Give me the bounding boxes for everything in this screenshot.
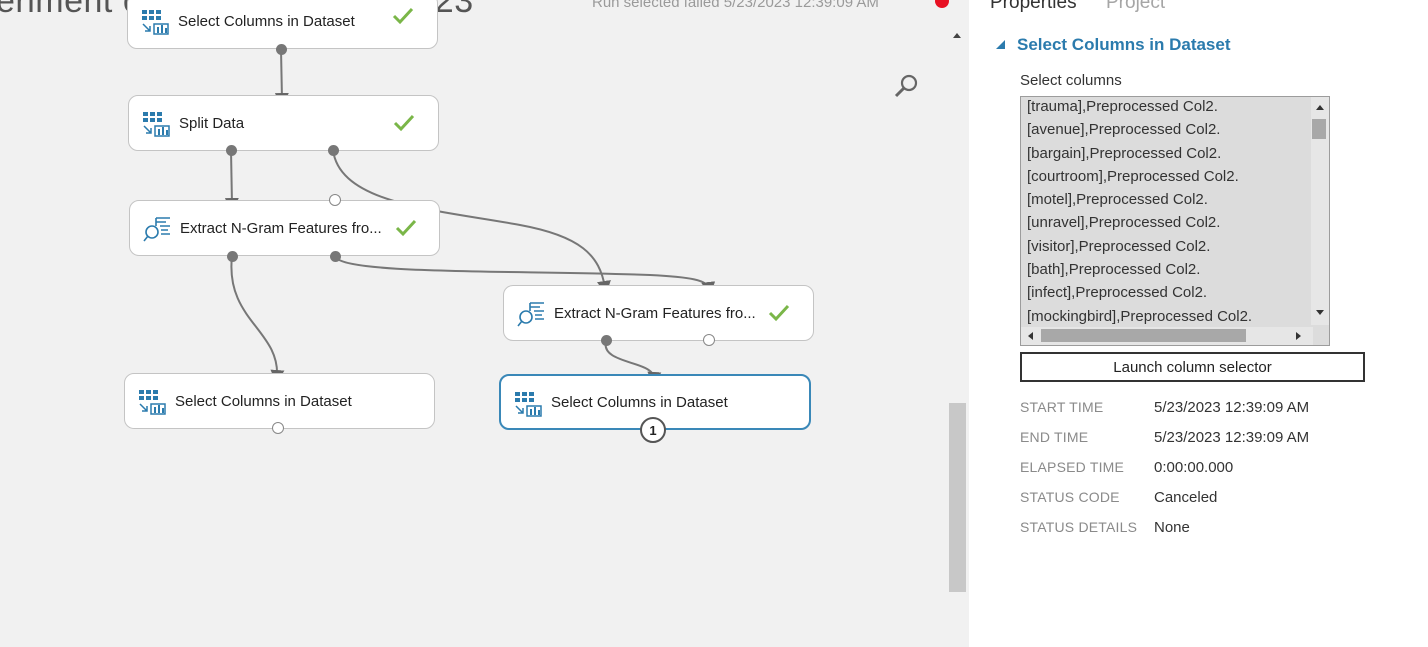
list-item: [bargain],Preprocessed Col2.: [1027, 144, 1222, 162]
list-item: [courtroom],Preprocessed Col2.: [1027, 167, 1239, 185]
output-port-open[interactable]: [703, 334, 715, 346]
checkmark-icon: [395, 219, 417, 237]
selected-columns-list[interactable]: [trauma],Preprocessed Col2. [avenue],Pre…: [1020, 96, 1330, 346]
output-port-left[interactable]: [601, 335, 612, 346]
scroll-up-arrow-icon[interactable]: [1315, 102, 1325, 112]
output-port-right[interactable]: [330, 251, 341, 262]
tab-project[interactable]: Project: [1106, 0, 1165, 14]
list-item: [visitor],Preprocessed Col2.: [1027, 237, 1211, 255]
collapse-triangle-icon: [996, 40, 1005, 49]
wire-m2-m4: [230, 255, 285, 384]
checkmark-icon: [393, 114, 415, 132]
select-columns-icon: [515, 392, 542, 417]
module-label: Extract N-Gram Features fro...: [180, 219, 382, 237]
module-label: Extract N-Gram Features fro...: [554, 304, 756, 322]
list-item: [trauma],Preprocessed Col2.: [1027, 98, 1218, 115]
output-port-left[interactable]: [226, 145, 237, 156]
output-port-open[interactable]: [272, 422, 284, 434]
list-vertical-scroll-thumb[interactable]: [1312, 119, 1326, 139]
wire-m1-m2: [224, 149, 239, 212]
module-label: Select Columns in Dataset: [175, 392, 352, 410]
select-columns-label: Select columns: [1020, 72, 1122, 89]
stat-value: None: [1154, 519, 1190, 536]
list-item: [bath],Preprocessed Col2.: [1027, 261, 1201, 279]
list-horizontal-scroll-thumb[interactable]: [1041, 329, 1246, 342]
output-port-right[interactable]: [328, 145, 339, 156]
launch-column-selector-button[interactable]: Launch column selector: [1020, 352, 1365, 382]
list-item: [mockingbird],Preprocessed Col2.: [1027, 307, 1253, 325]
scroll-down-arrow-icon[interactable]: [1315, 308, 1325, 318]
module-split-data[interactable]: Split Data: [128, 95, 439, 151]
properties-panel: Properties Project Select Columns in Dat…: [969, 0, 1428, 647]
stat-value: 0:00:00.000: [1154, 459, 1234, 476]
stat-key: START TIME: [1020, 399, 1104, 415]
canvas-scrollbar-thumb[interactable]: [949, 403, 966, 592]
stat-value: 5/23/2023 12:39:09 AM: [1154, 429, 1310, 446]
tab-properties[interactable]: Properties: [990, 0, 1077, 14]
stat-value: Canceled: [1154, 489, 1218, 506]
error-count-badge[interactable]: 1: [640, 417, 666, 443]
split-data-icon: [143, 112, 170, 137]
ngram-icon: [517, 302, 544, 327]
list-item: [unravel],Preprocessed Col2.: [1027, 214, 1221, 232]
select-columns-icon: [142, 10, 169, 35]
section-header[interactable]: Select Columns in Dataset: [995, 35, 1231, 55]
module-label: Select Columns in Dataset: [551, 393, 728, 411]
list-item: [motel],Preprocessed Col2.: [1027, 191, 1208, 209]
stat-key: STATUS DETAILS: [1020, 519, 1138, 535]
module-label: Split Data: [179, 114, 245, 132]
module-select-columns-left[interactable]: Select Columns in Dataset: [124, 373, 435, 429]
scroll-left-arrow-icon[interactable]: [1026, 331, 1036, 341]
scroll-up-arrow-icon[interactable]: [951, 30, 963, 42]
ngram-icon: [143, 217, 170, 242]
list-item: [infect],Preprocessed Col2.: [1027, 284, 1208, 302]
scroll-right-arrow-icon[interactable]: [1293, 331, 1303, 341]
checkmark-icon: [768, 304, 790, 322]
module-label: Select Columns in Dataset: [178, 12, 355, 30]
section-title-text: Select Columns in Dataset: [1017, 35, 1231, 54]
output-port[interactable]: [276, 44, 287, 55]
output-port-left[interactable]: [227, 251, 238, 262]
input-port-open[interactable]: [329, 194, 341, 206]
stat-key: ELAPSED TIME: [1020, 459, 1125, 475]
module-select-columns-top[interactable]: Select Columns in Dataset: [127, 0, 438, 49]
zoom-search-icon[interactable]: [892, 72, 920, 100]
wire-m0-m1: [274, 48, 289, 107]
module-extract-ngram-right[interactable]: Extract N-Gram Features fro...: [503, 285, 814, 341]
stat-key: STATUS CODE: [1020, 489, 1120, 505]
list-item: [avenue],Preprocessed Col2.: [1027, 121, 1221, 139]
checkmark-icon: [392, 7, 414, 25]
list-vertical-scrollbar[interactable]: [1311, 97, 1329, 325]
module-extract-ngram-left[interactable]: Extract N-Gram Features fro...: [129, 200, 440, 256]
list-horizontal-scrollbar[interactable]: [1021, 327, 1313, 345]
stat-key: END TIME: [1020, 429, 1089, 445]
stat-value: 5/23/2023 12:39:09 AM: [1154, 399, 1310, 416]
experiment-canvas[interactable]: eriment created on 22.05.2023 Run select…: [0, 0, 968, 647]
select-columns-icon: [139, 390, 166, 415]
